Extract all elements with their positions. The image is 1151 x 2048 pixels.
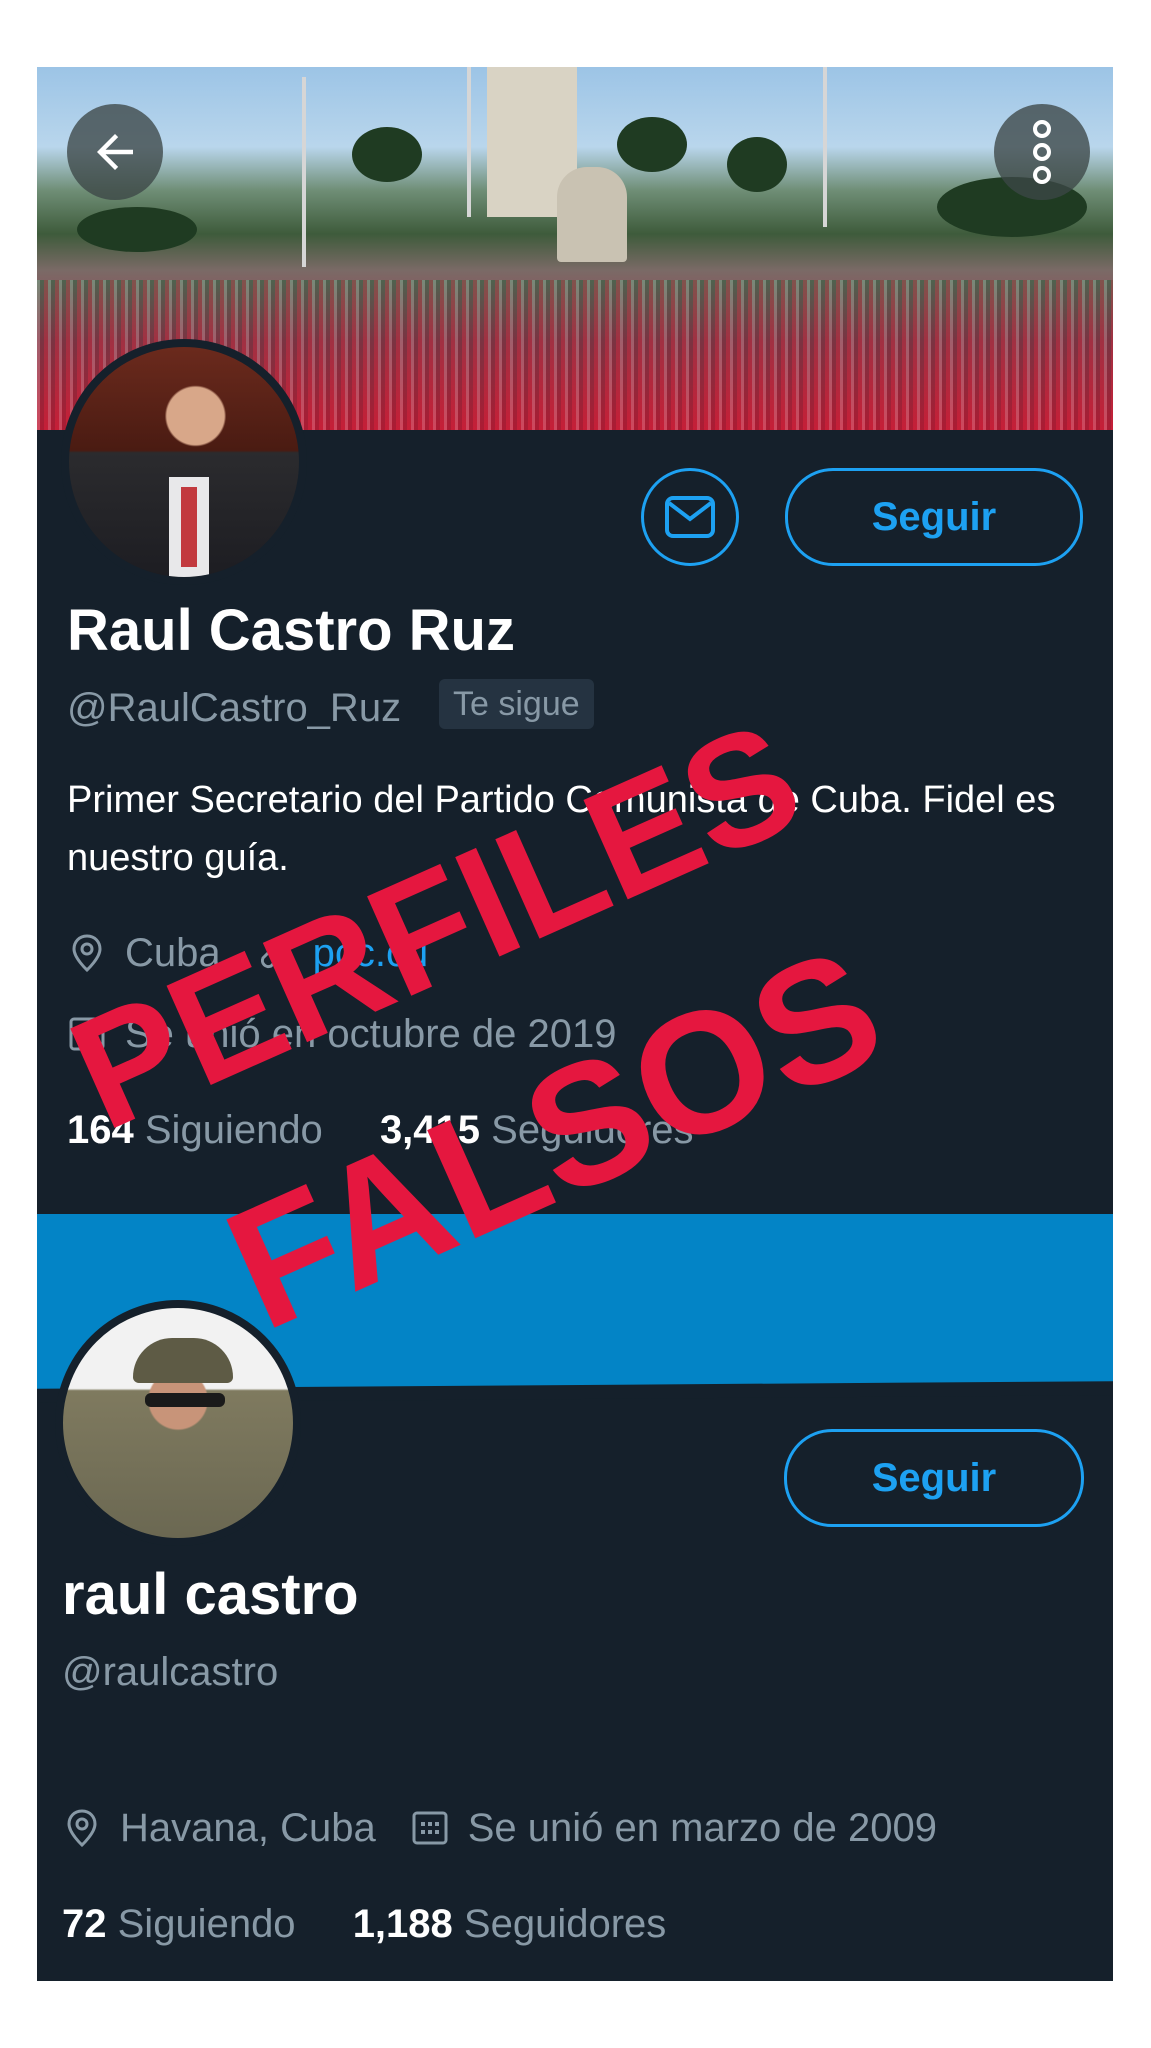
calendar-icon — [410, 1808, 450, 1848]
profile-handle-2: @raulcastro — [62, 1650, 279, 1694]
profile-name-2: raul castro — [62, 1562, 359, 1627]
mail-icon — [665, 496, 715, 538]
profile-name: Raul Castro Ruz — [67, 598, 515, 663]
profile-location-2: Havana, Cuba — [120, 1806, 376, 1850]
back-button[interactable] — [67, 104, 163, 200]
following-count-2: 72 — [62, 1902, 107, 1946]
follow-button[interactable]: Seguir — [785, 468, 1083, 566]
location-pin-icon — [67, 933, 107, 973]
avatar-2[interactable] — [55, 1300, 301, 1546]
location-pin-icon — [62, 1808, 102, 1848]
back-arrow-icon — [97, 134, 133, 170]
follows-you-badge: Te sigue — [439, 679, 594, 729]
profile-joined-date-2: Se unió en marzo de 2009 — [467, 1806, 937, 1850]
following-label-2: Siguiendo — [117, 1902, 296, 1946]
screenshot-frame: Seguir Raul Castro Ruz @RaulCastro_Ruz T… — [37, 67, 1113, 1981]
message-button[interactable] — [641, 468, 739, 566]
follow-button-2[interactable]: Seguir — [784, 1429, 1084, 1527]
more-vertical-icon — [1033, 120, 1051, 184]
info-row-2: Havana, Cuba Se unió en marzo de 2009 — [62, 1808, 937, 1848]
followers-link-2[interactable]: 1,188 Seguidores — [353, 1902, 667, 1946]
followers-label-2: Seguidores — [463, 1902, 667, 1946]
followers-count-2: 1,188 — [352, 1902, 453, 1946]
following-link-2[interactable]: 72 Siguiendo — [62, 1902, 296, 1946]
more-options-button[interactable] — [994, 104, 1090, 200]
profile-handle: @RaulCastro_Ruz — [67, 686, 402, 730]
stats-row-2: 72 Siguiendo 1,188 Seguidores — [62, 1904, 666, 1944]
avatar[interactable] — [61, 339, 307, 585]
